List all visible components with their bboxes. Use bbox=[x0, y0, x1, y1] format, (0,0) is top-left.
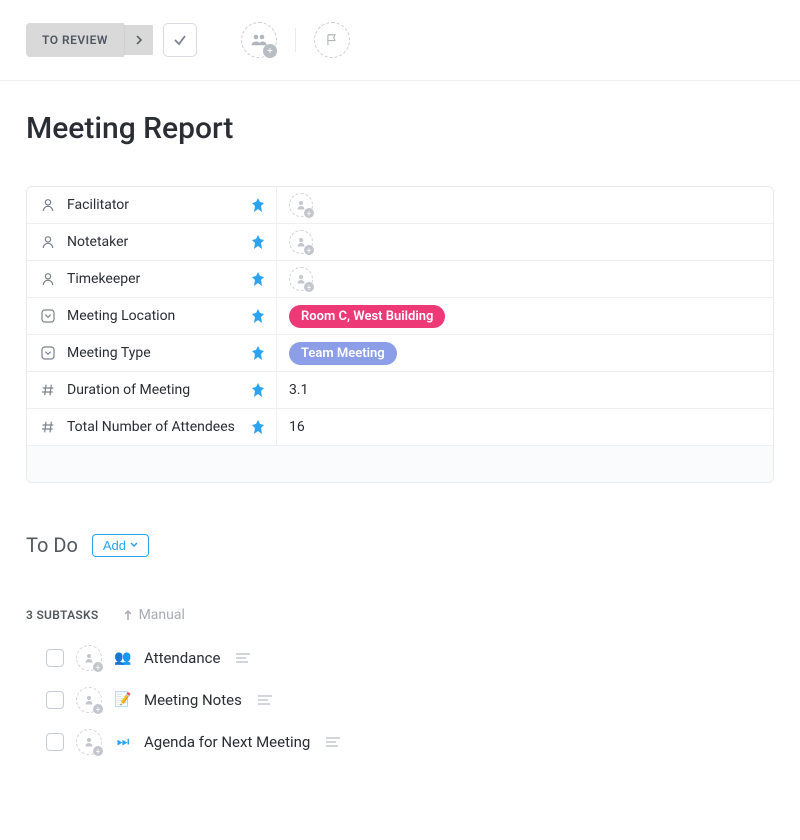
add-button[interactable]: Add bbox=[92, 534, 149, 557]
separator bbox=[295, 28, 296, 52]
subtask-name: Attendance bbox=[144, 649, 220, 667]
subtask-checkbox[interactable] bbox=[46, 691, 64, 709]
chevron-down-icon bbox=[130, 542, 138, 548]
plus-icon: + bbox=[304, 282, 314, 292]
field-type-icon bbox=[39, 307, 57, 325]
assign-person-button[interactable]: + bbox=[289, 267, 313, 291]
pin-icon[interactable] bbox=[252, 309, 264, 323]
assign-person-button[interactable]: + bbox=[76, 729, 102, 755]
field-label-cell[interactable]: Total Number of Attendees bbox=[27, 409, 277, 445]
sort-button[interactable]: Manual bbox=[123, 607, 185, 623]
field-value-cell[interactable]: Room C, West Building bbox=[277, 298, 773, 334]
field-value-text: 3.1 bbox=[289, 382, 308, 398]
pin-icon[interactable] bbox=[252, 235, 264, 249]
subtasks-list: + 👥 Attendance + 📝 Meeting Notes + ⏭ Agenda for … bbox=[0, 637, 800, 763]
field-row: Meeting Location Room C, West Building bbox=[27, 298, 773, 335]
subtask-row[interactable]: + 👥 Attendance bbox=[0, 637, 800, 679]
assignee-add-button[interactable]: + bbox=[241, 22, 277, 58]
subtask-row[interactable]: + ⏭ Agenda for Next Meeting bbox=[0, 721, 800, 763]
assign-person-button[interactable]: + bbox=[76, 645, 102, 671]
status-pill[interactable]: TO REVIEW bbox=[26, 23, 153, 57]
field-name: Notetaker bbox=[67, 234, 242, 250]
field-type-icon bbox=[39, 381, 57, 399]
field-value-cell[interactable]: + bbox=[277, 224, 773, 260]
flag-icon bbox=[325, 33, 339, 47]
field-label-cell[interactable]: Facilitator bbox=[27, 187, 277, 223]
tag[interactable]: Team Meeting bbox=[289, 342, 397, 365]
pin-icon[interactable] bbox=[252, 346, 264, 360]
field-name: Meeting Type bbox=[67, 345, 242, 361]
subtask-checkbox[interactable] bbox=[46, 649, 64, 667]
custom-fields-table: Facilitator + Notetaker + Timekeeper + Meeting… bbox=[26, 186, 774, 483]
assign-person-button[interactable]: + bbox=[76, 687, 102, 713]
field-label-cell[interactable]: Meeting Location bbox=[27, 298, 277, 334]
subtasks-count: 3 SUBTASKS bbox=[26, 608, 99, 622]
field-value-text: 16 bbox=[289, 419, 305, 435]
pin-icon[interactable] bbox=[252, 198, 264, 212]
page-title: Meeting Report bbox=[0, 81, 800, 166]
field-type-icon bbox=[39, 344, 57, 362]
field-row: Notetaker + bbox=[27, 224, 773, 261]
field-value-cell[interactable]: + bbox=[277, 261, 773, 297]
description-icon bbox=[326, 737, 340, 747]
field-type-icon bbox=[39, 233, 57, 251]
plus-icon: + bbox=[93, 662, 103, 672]
field-row: Duration of Meeting 3.1 bbox=[27, 372, 773, 409]
description-icon bbox=[258, 695, 272, 705]
toolbar: TO REVIEW + bbox=[0, 0, 800, 81]
field-name: Timekeeper bbox=[67, 271, 242, 287]
subtask-emoji-icon: ⏭ bbox=[114, 733, 132, 751]
todo-title: To Do bbox=[26, 533, 78, 557]
field-type-icon bbox=[39, 270, 57, 288]
field-value-cell[interactable]: 16 bbox=[277, 409, 773, 445]
field-label-cell[interactable]: Timekeeper bbox=[27, 261, 277, 297]
subtasks-header: 3 SUBTASKS Manual bbox=[0, 567, 800, 637]
field-row: Timekeeper + bbox=[27, 261, 773, 298]
field-name: Facilitator bbox=[67, 197, 242, 213]
field-type-icon bbox=[39, 418, 57, 436]
subtask-emoji-icon: 📝 bbox=[114, 691, 132, 709]
pin-icon[interactable] bbox=[252, 383, 264, 397]
field-name: Meeting Location bbox=[67, 308, 242, 324]
tag[interactable]: Room C, West Building bbox=[289, 305, 445, 328]
field-name: Total Number of Attendees bbox=[67, 419, 242, 435]
status-label: TO REVIEW bbox=[26, 23, 124, 57]
subtask-row[interactable]: + 📝 Meeting Notes bbox=[0, 679, 800, 721]
subtask-emoji-icon: 👥 bbox=[114, 649, 132, 667]
todo-section-header: To Do Add bbox=[0, 483, 800, 567]
pin-icon[interactable] bbox=[252, 420, 264, 434]
field-value-cell[interactable]: Team Meeting bbox=[277, 335, 773, 371]
field-row: Facilitator + bbox=[27, 187, 773, 224]
field-label-cell[interactable]: Meeting Type bbox=[27, 335, 277, 371]
table-footer bbox=[27, 446, 773, 482]
check-icon bbox=[173, 33, 187, 47]
plus-icon: + bbox=[304, 208, 314, 218]
field-value-cell[interactable]: + bbox=[277, 187, 773, 223]
pin-icon[interactable] bbox=[252, 272, 264, 286]
field-value-cell[interactable]: 3.1 bbox=[277, 372, 773, 408]
field-type-icon bbox=[39, 196, 57, 214]
subtask-checkbox[interactable] bbox=[46, 733, 64, 751]
assign-person-button[interactable]: + bbox=[289, 193, 313, 217]
assign-person-button[interactable]: + bbox=[289, 230, 313, 254]
plus-icon: + bbox=[93, 704, 103, 714]
complete-button[interactable] bbox=[163, 23, 197, 57]
subtask-name: Meeting Notes bbox=[144, 691, 242, 709]
priority-flag-button[interactable] bbox=[314, 22, 350, 58]
description-icon bbox=[236, 653, 250, 663]
plus-icon: + bbox=[304, 245, 314, 255]
plus-icon: + bbox=[263, 44, 277, 58]
field-row: Total Number of Attendees 16 bbox=[27, 409, 773, 446]
status-next-icon[interactable] bbox=[124, 25, 153, 55]
arrow-up-icon bbox=[123, 609, 133, 621]
field-name: Duration of Meeting bbox=[67, 382, 242, 398]
plus-icon: + bbox=[93, 746, 103, 756]
subtask-name: Agenda for Next Meeting bbox=[144, 733, 310, 751]
field-label-cell[interactable]: Notetaker bbox=[27, 224, 277, 260]
field-label-cell[interactable]: Duration of Meeting bbox=[27, 372, 277, 408]
field-row: Meeting Type Team Meeting bbox=[27, 335, 773, 372]
